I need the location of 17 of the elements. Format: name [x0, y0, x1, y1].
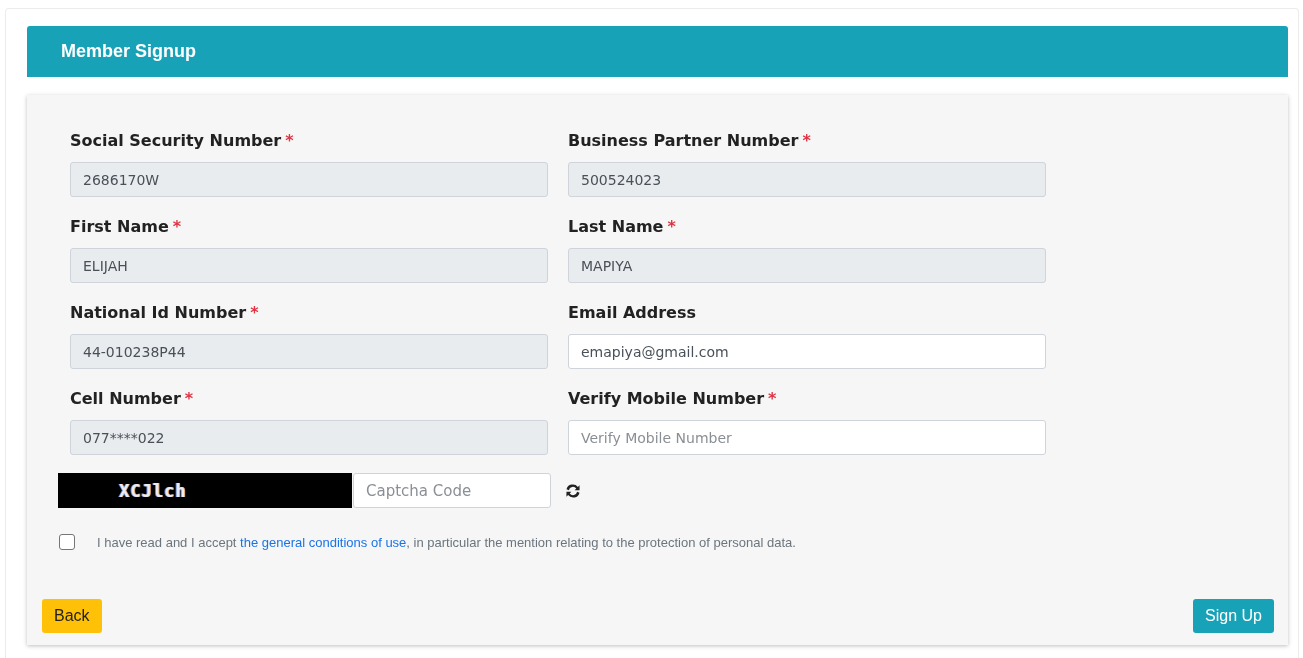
field-label: Verify Mobile Number * — [568, 389, 778, 408]
field-label: Last Name * — [568, 217, 677, 236]
input-field[interactable]: emapiya@gmail.com — [568, 334, 1046, 369]
back-button[interactable]: Back — [42, 599, 102, 633]
captcha-field[interactable]: Captcha Code — [353, 473, 551, 508]
consent-checkbox[interactable] — [59, 534, 75, 550]
field-label: Social Security Number * — [70, 131, 295, 150]
consent-text: I have read and I accept the general conditions of use, in particular the mention relating to the protection of personal data. — [97, 534, 796, 550]
refresh-icon[interactable] — [563, 481, 583, 500]
field-label: Email Address — [568, 303, 697, 322]
field-label: National Id Number * — [70, 303, 260, 322]
field-label: Cell Number * — [70, 389, 195, 408]
page-title: Member Signup — [61, 41, 196, 62]
input-field[interactable]: Verify Mobile Number — [568, 420, 1046, 455]
captcha-image: XCJlch — [58, 473, 352, 508]
field-label: First Name * — [70, 217, 183, 236]
field-label: Business Partner Number * — [568, 131, 812, 150]
